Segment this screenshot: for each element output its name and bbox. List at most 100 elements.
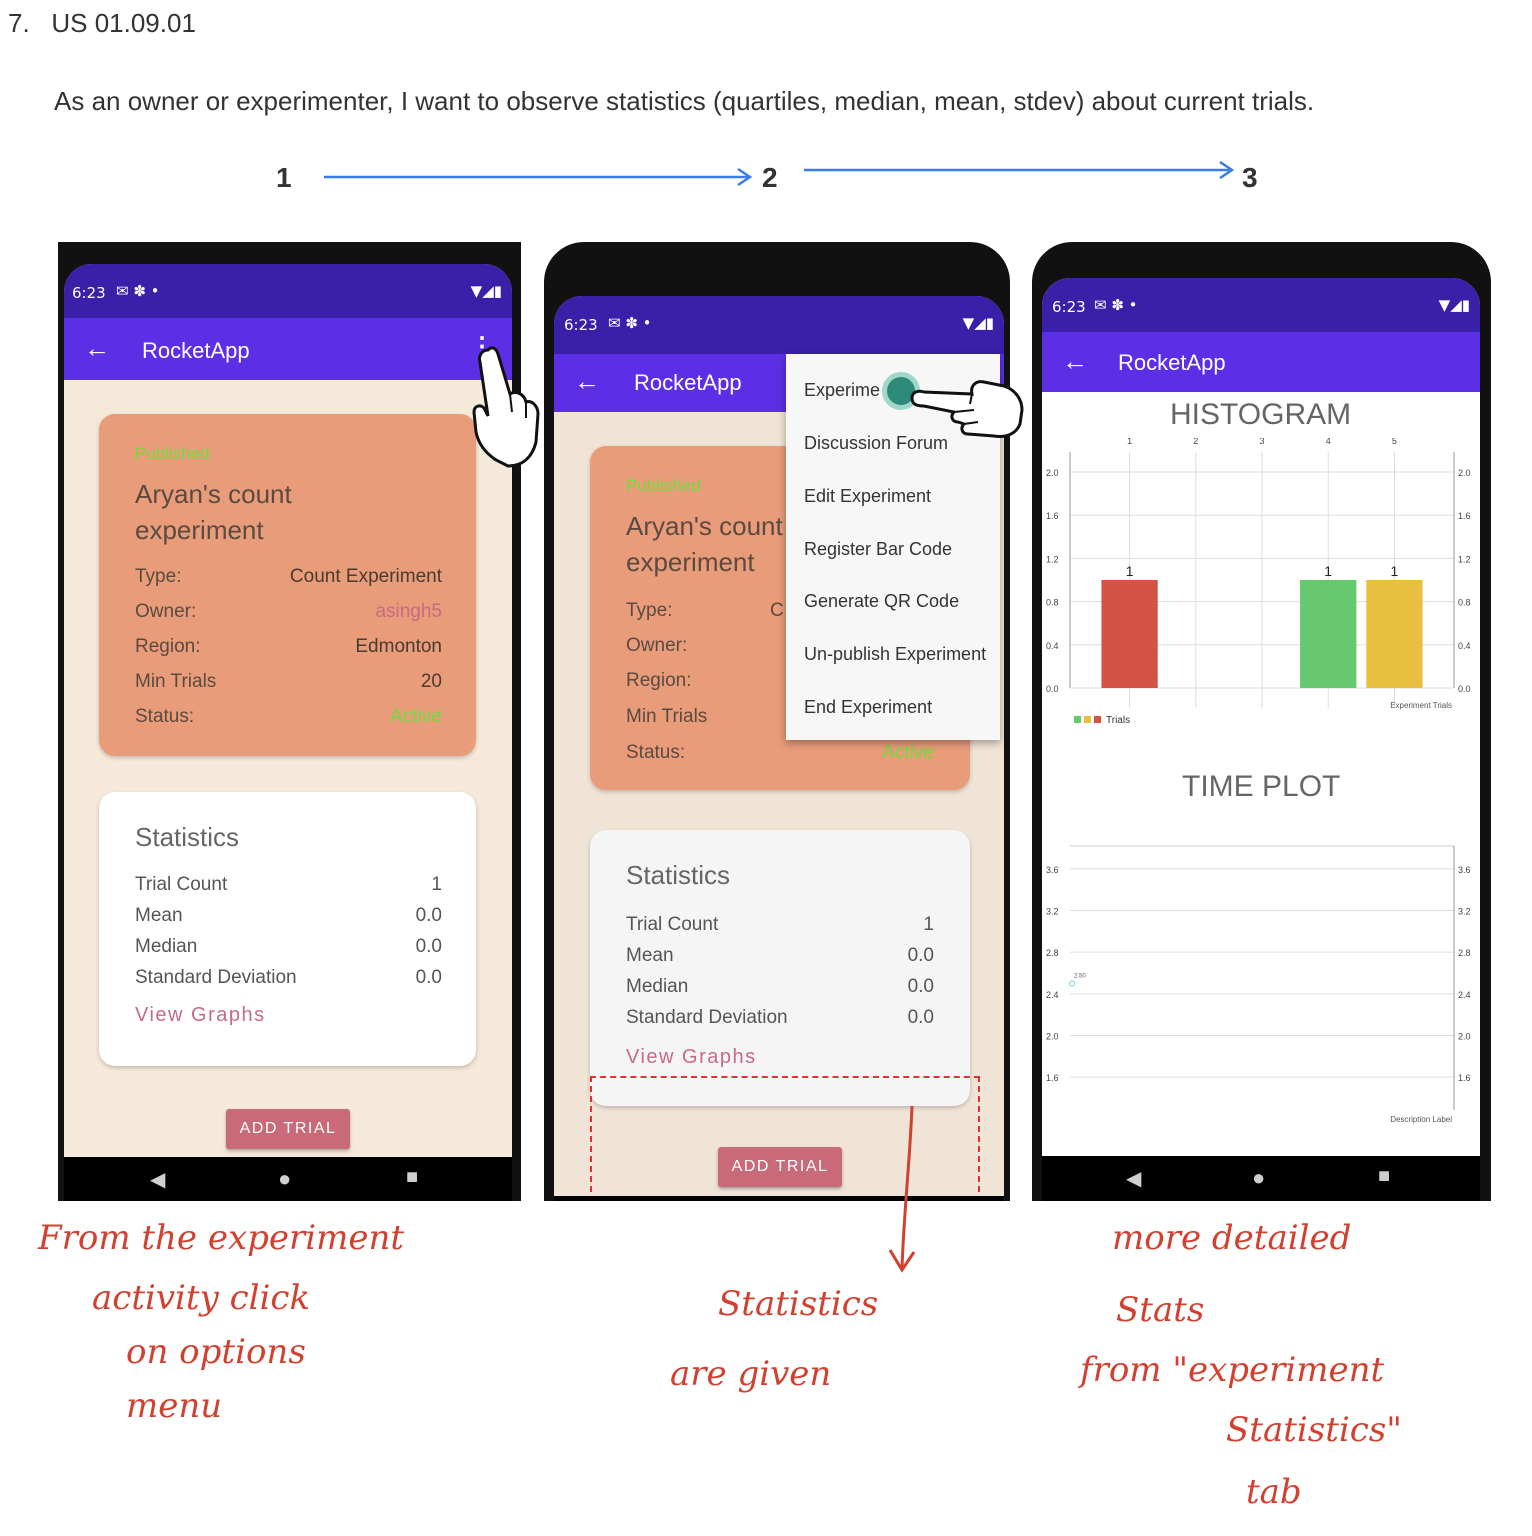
experiment-title: Aryan's count experiment: [626, 511, 783, 577]
screen-3: 6:23 ✉ ✽ • ▼◢▮ ← RocketApp HISTOGRAM 2.0…: [1042, 278, 1480, 1156]
histogram-bar: [1366, 580, 1423, 688]
mean-value: 0.0: [415, 905, 442, 926]
y-tick-label-right: 2.0: [1458, 468, 1471, 478]
add-trial-button[interactable]: ADD TRIAL: [226, 1109, 350, 1149]
owner-label: Owner:: [626, 635, 688, 656]
back-arrow-icon[interactable]: ←: [1062, 346, 1088, 377]
notification-icons: ✉ ✽ •: [116, 282, 160, 300]
bar-value-label: 1: [1126, 563, 1134, 579]
menu-item-end-experiment[interactable]: End Experiment: [804, 697, 932, 718]
experiment-title: Aryan's count experiment: [135, 479, 292, 545]
app-title: RocketApp: [1118, 350, 1226, 375]
screen-1: 6:23 ✉ ✽ • ▼◢▮ ← RocketApp ⋮ Published A…: [64, 264, 512, 1157]
status-bar: 6:23 ✉ ✽ • ▼◢▮: [554, 296, 1004, 354]
y-tick-label-right: 1.6: [1458, 1073, 1471, 1083]
mean-label: Mean: [626, 945, 674, 966]
status-bar: 6:23 ✉ ✽ • ▼◢▮: [64, 264, 512, 318]
histogram-bar: [1300, 580, 1357, 688]
median-label: Median: [626, 976, 689, 997]
trial-count-label: Trial Count: [626, 914, 719, 935]
y-tick-label-right: 2.4: [1458, 990, 1471, 1000]
min-trials-label: Min Trials: [135, 671, 217, 692]
notification-icons: ✉ ✽ •: [1094, 296, 1138, 314]
menu-item-edit-experiment[interactable]: Edit Experiment: [804, 486, 931, 507]
x-tick-label: 5: [1392, 438, 1397, 446]
y-tick-label-right: 3.6: [1458, 865, 1471, 875]
add-trial-button[interactable]: ADD TRIAL: [718, 1147, 842, 1187]
bar-value-label: 1: [1324, 563, 1332, 579]
back-arrow-icon[interactable]: ←: [84, 333, 110, 364]
y-tick-label-left: 3.6: [1046, 865, 1059, 875]
nav-bar: ◀ ● ■: [1042, 1156, 1480, 1201]
published-label: Published: [135, 444, 210, 463]
y-tick-label-right: 0.0: [1458, 684, 1471, 694]
menu-item-experiment-statistics[interactable]: Experime: [804, 380, 880, 401]
annotation-3-line-2: Stats: [1116, 1290, 1205, 1330]
y-tick-label-left: 2.8: [1046, 948, 1059, 958]
median-value: 0.0: [907, 976, 934, 997]
type-label: Type:: [626, 600, 673, 621]
annotation-arrow: [888, 1105, 916, 1273]
phone-frame-1: 6:23 ✉ ✽ • ▼◢▮ ← RocketApp ⋮ Published A…: [58, 242, 521, 1201]
y-tick-label-left: 2.4: [1046, 990, 1059, 1000]
legend-swatch: [1074, 716, 1081, 723]
chart-description: Description Label: [1390, 1115, 1452, 1124]
owner-label: Owner:: [135, 601, 197, 622]
nav-recents-icon[interactable]: ■: [1378, 1165, 1390, 1188]
menu-item-unpublish-experiment[interactable]: Un-publish Experiment: [804, 644, 986, 665]
statistics-card: Statistics Trial Count 1 Mean 0.0 Median…: [590, 830, 970, 1106]
nav-home-icon[interactable]: ●: [278, 1166, 291, 1192]
point-value-label: 2.50: [1074, 973, 1086, 979]
pointing-hand-icon: [472, 346, 540, 468]
annotation-3-line-3: from "experiment: [1080, 1350, 1385, 1390]
nav-home-icon[interactable]: ●: [1252, 1165, 1265, 1191]
stdev-label: Standard Deviation: [626, 1007, 788, 1028]
clock: 6:23: [564, 316, 598, 334]
clock: 6:23: [1052, 298, 1086, 316]
statistics-title: Statistics: [626, 860, 731, 890]
nav-recents-icon[interactable]: ■: [406, 1166, 418, 1189]
annotation-3-line-1: more detailed: [1112, 1218, 1352, 1258]
y-tick-label-right: 1.6: [1458, 511, 1471, 521]
region-label: Region:: [626, 670, 692, 691]
y-tick-label-right: 2.0: [1458, 1032, 1471, 1042]
y-tick-label-left: 0.8: [1046, 598, 1059, 608]
histogram-chart: 2.0 2.0 1.6 1.6 1.2 1.2 0.8 0.8 0.4 0.4 0.0 0.0 1 1 2 3…: [1046, 438, 1471, 726]
y-tick-label-left: 1.6: [1046, 511, 1059, 521]
x-tick-label: 4: [1326, 438, 1331, 446]
type-value: Count Experiment: [289, 566, 442, 587]
stdev-value: 0.0: [415, 967, 442, 988]
published-label: Published: [626, 476, 701, 495]
annotation-1-line-1: From the experiment: [38, 1218, 405, 1258]
statistics-card: Statistics Trial Count 1 Mean 0.0 Median…: [99, 792, 476, 1066]
menu-item-register-bar-code[interactable]: Register Bar Code: [804, 539, 952, 560]
back-arrow-icon[interactable]: ←: [574, 366, 600, 397]
timeplot-chart: 3.6 3.6 3.2 3.2 2.8 2.8 2.4 2.4 2.0 2.0 1.6 1.6 2.50…: [1046, 845, 1471, 1124]
histogram-bar: [1101, 580, 1158, 688]
legend-swatch: [1094, 716, 1101, 723]
histogram-title: HISTOGRAM: [1170, 398, 1352, 431]
y-tick-label-right: 2.8: [1458, 948, 1471, 958]
stdev-label: Standard Deviation: [135, 967, 297, 988]
menu-item-generate-qr-code[interactable]: Generate QR Code: [804, 591, 959, 612]
chart-description: Experiment Trials: [1390, 701, 1452, 710]
median-label: Median: [135, 936, 198, 957]
app-title: RocketApp: [142, 338, 250, 363]
y-tick-label-left: 3.2: [1046, 907, 1059, 917]
owner-value[interactable]: asingh5: [375, 601, 442, 623]
bar-value-label: 1: [1391, 563, 1399, 579]
status-label: Status:: [135, 706, 195, 727]
app-title: RocketApp: [634, 370, 742, 395]
data-point: [1069, 980, 1075, 987]
nav-back-icon[interactable]: ◀: [150, 1167, 165, 1192]
trial-count-value: 1: [923, 914, 934, 935]
type-value-partial: C: [770, 600, 784, 621]
experiment-card: Published Aryan's count experiment Type:…: [99, 414, 476, 756]
app-bar: ← RocketApp ⋮: [64, 318, 512, 380]
nav-back-icon[interactable]: ◀: [1126, 1166, 1141, 1191]
view-graphs-link[interactable]: View Graphs: [626, 1046, 757, 1069]
view-graphs-link[interactable]: View Graphs: [135, 1004, 266, 1027]
median-value: 0.0: [415, 936, 442, 957]
status-label: Status:: [626, 742, 686, 763]
stdev-value: 0.0: [907, 1007, 934, 1028]
